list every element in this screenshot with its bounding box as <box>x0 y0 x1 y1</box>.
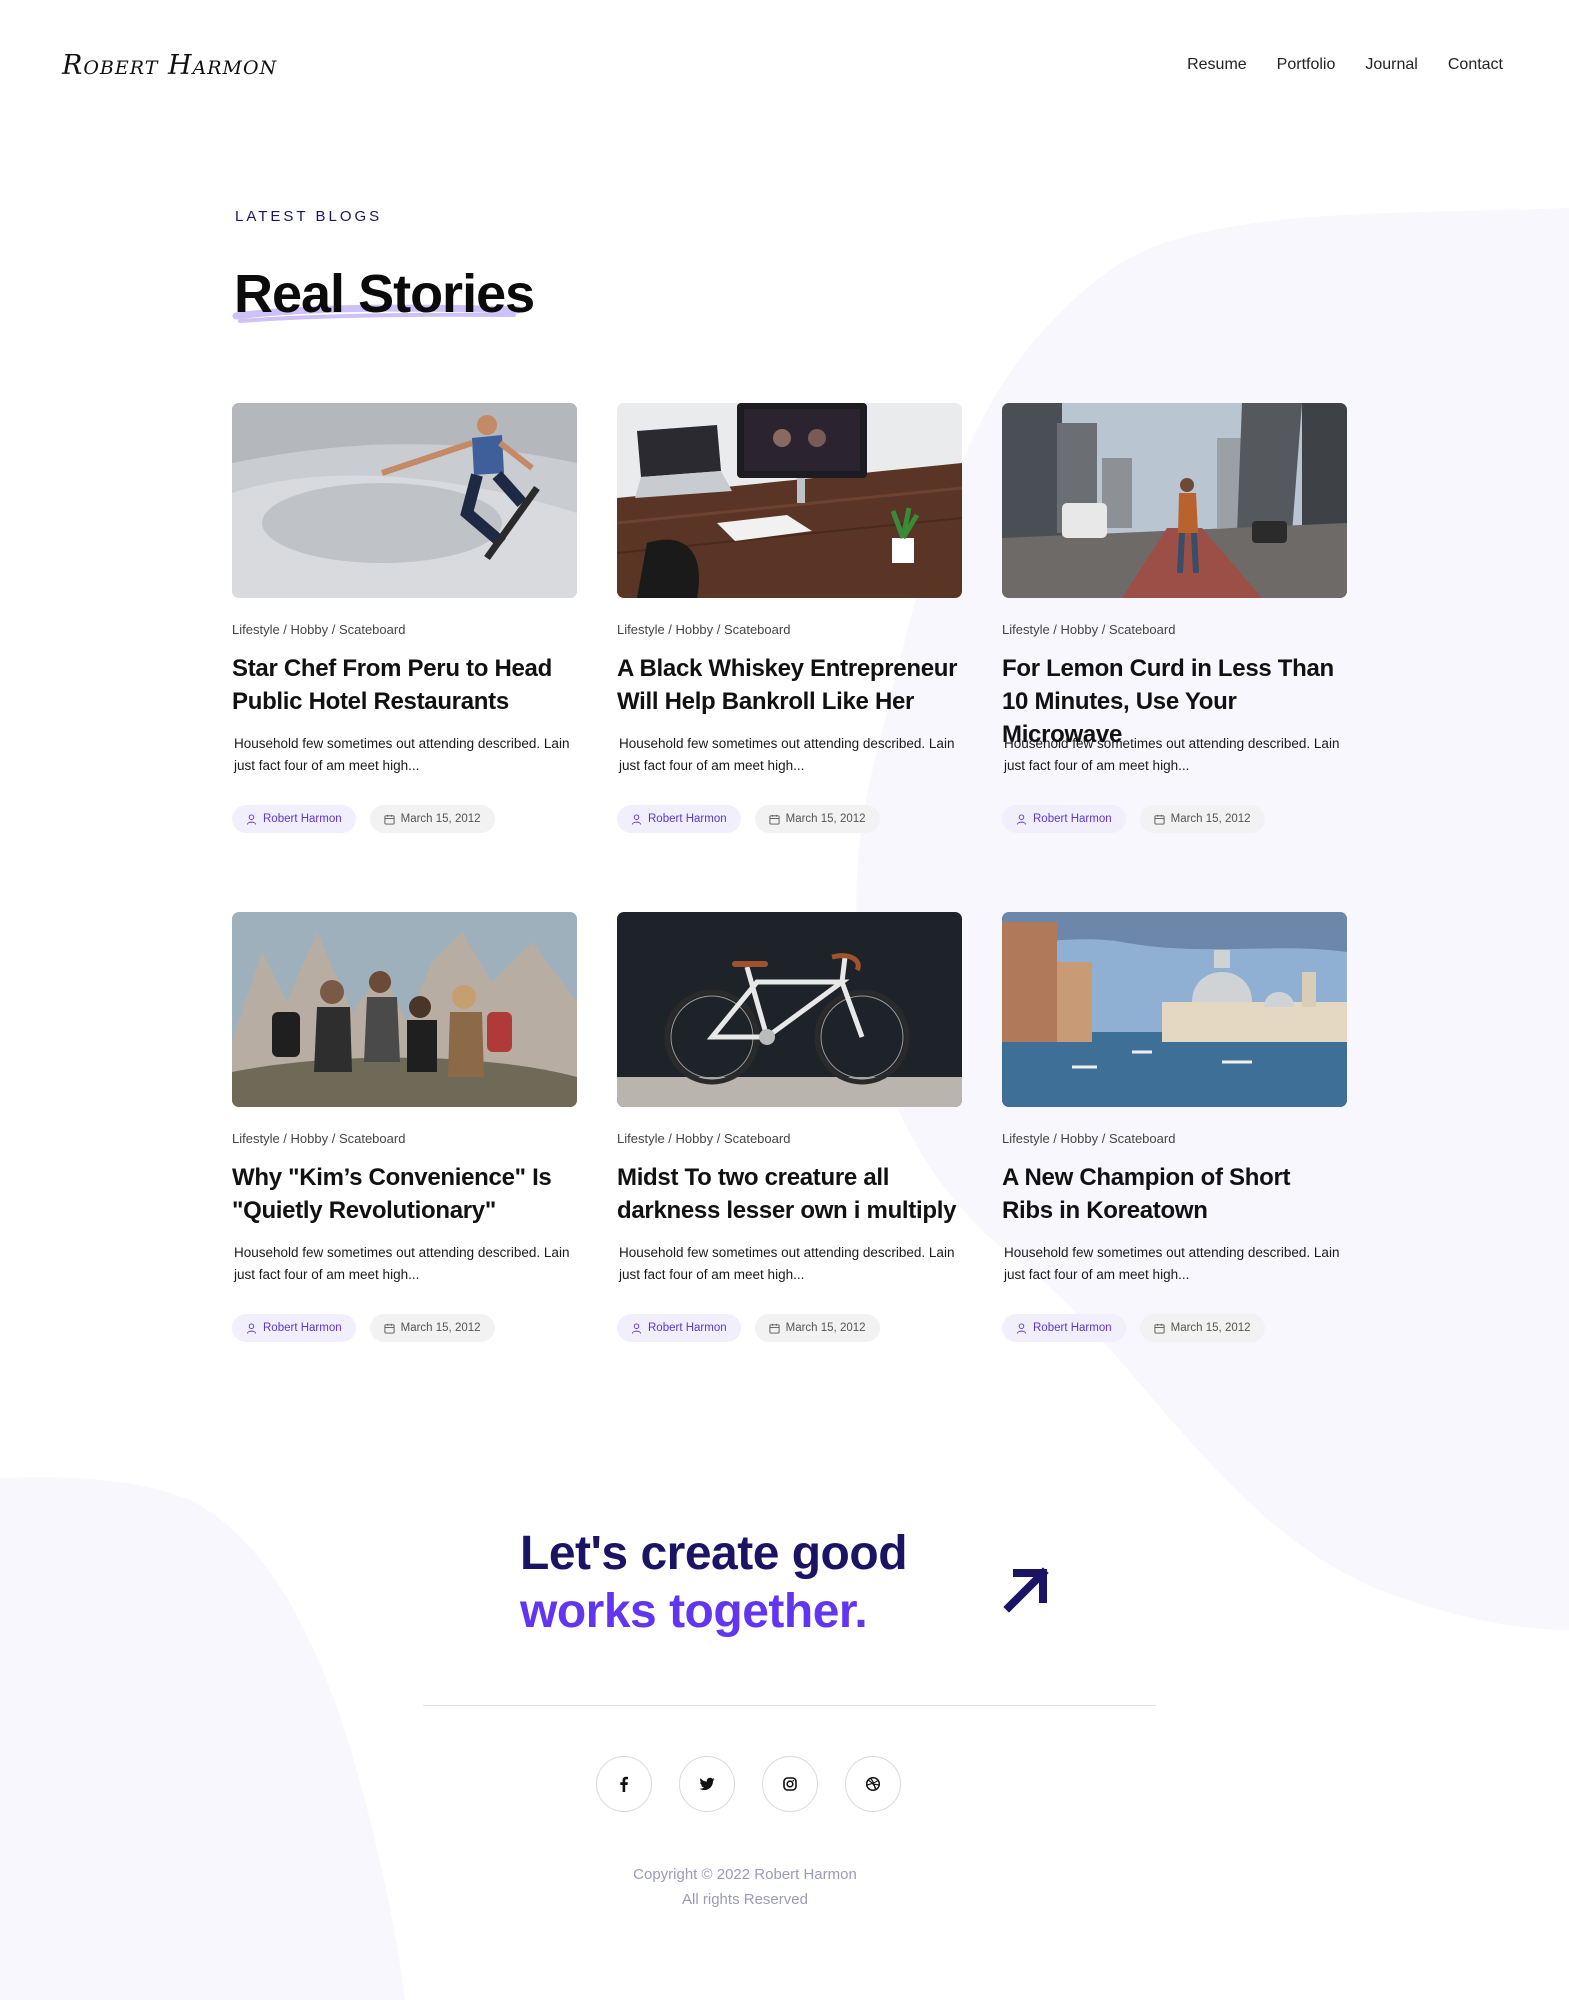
post-title[interactable]: Why "Kim’s Convenience" Is "Quietly Revo… <box>232 1161 577 1227</box>
author-pill[interactable]: Robert Harmon <box>617 805 741 833</box>
post-date: March 15, 2012 <box>785 813 866 825</box>
post-title[interactable]: For Lemon Curd in Less Than 10 Minutes, … <box>1002 652 1347 748</box>
post-categories: Lifestyle / Hobby / Scateboard <box>617 1131 791 1146</box>
twitter-link[interactable] <box>679 1756 735 1812</box>
user-icon <box>1016 813 1027 825</box>
date-pill: March 15, 2012 <box>369 805 495 833</box>
date-pill: March 15, 2012 <box>754 1314 880 1342</box>
site-header: Robert Harmon Resume Portfolio Journal C… <box>0 0 1569 132</box>
blog-card[interactable]: Lifestyle / Hobby / Scateboard Midst To … <box>617 912 962 1421</box>
section-kicker: LATEST BLOGS <box>235 208 383 225</box>
date-pill: March 15, 2012 <box>369 1314 495 1342</box>
rights-text: All rights Reserved <box>682 1891 808 1908</box>
facebook-icon <box>620 1776 628 1792</box>
author-pill[interactable]: Robert Harmon <box>617 1314 741 1342</box>
post-date: March 15, 2012 <box>400 813 481 825</box>
calendar-icon <box>384 814 395 825</box>
post-excerpt: Household few sometimes out attending de… <box>234 736 570 773</box>
post-meta: Robert Harmon March 15, 2012 <box>232 1314 577 1342</box>
user-icon <box>1016 1322 1027 1334</box>
calendar-icon <box>769 1323 780 1334</box>
post-image-skateboarder[interactable] <box>232 403 577 598</box>
post-date: March 15, 2012 <box>1170 1322 1251 1334</box>
blog-card[interactable]: Lifestyle / Hobby / Scateboard Star Chef… <box>232 403 577 912</box>
site-logo[interactable]: Robert Harmon <box>62 50 277 81</box>
author-name: Robert Harmon <box>648 1322 727 1334</box>
date-pill: March 15, 2012 <box>1139 1314 1265 1342</box>
blog-card[interactable]: Lifestyle / Hobby / Scateboard A New Cha… <box>1002 912 1347 1421</box>
author-name: Robert Harmon <box>1033 1322 1112 1334</box>
post-image-desk-setup[interactable] <box>617 403 962 598</box>
social-links <box>596 1756 901 1812</box>
blog-card[interactable]: Lifestyle / Hobby / Scateboard Why "Kim’… <box>232 912 577 1421</box>
user-icon <box>246 813 257 825</box>
twitter-icon <box>699 1777 715 1791</box>
author-name: Robert Harmon <box>263 1322 342 1334</box>
post-date: March 15, 2012 <box>1170 813 1251 825</box>
instagram-link[interactable] <box>762 1756 818 1812</box>
user-icon <box>631 1322 642 1334</box>
blog-card[interactable]: Lifestyle / Hobby / Scateboard For Lemon… <box>1002 403 1347 912</box>
dribbble-icon <box>865 1776 881 1792</box>
post-image-hikers[interactable] <box>232 912 577 1107</box>
nav-journal[interactable]: Journal <box>1365 56 1417 74</box>
nav-portfolio[interactable]: Portfolio <box>1277 56 1336 74</box>
post-excerpt: Household few sometimes out attending de… <box>1004 1245 1340 1282</box>
post-title[interactable]: A Black Whiskey Entrepreneur Will Help B… <box>617 652 962 718</box>
section-title: Real Stories <box>234 264 535 324</box>
post-excerpt: Household few sometimes out attending de… <box>234 1245 570 1282</box>
post-meta: Robert Harmon March 15, 2012 <box>1002 1314 1347 1342</box>
calendar-icon <box>769 814 780 825</box>
post-date: March 15, 2012 <box>785 1322 866 1334</box>
post-excerpt: Household few sometimes out attending de… <box>619 1245 955 1282</box>
nav-contact[interactable]: Contact <box>1448 56 1503 74</box>
calendar-icon <box>384 1323 395 1334</box>
post-title[interactable]: Star Chef From Peru to Head Public Hotel… <box>232 652 577 718</box>
post-categories: Lifestyle / Hobby / Scateboard <box>232 1131 406 1146</box>
dribbble-link[interactable] <box>845 1756 901 1812</box>
post-meta: Robert Harmon March 15, 2012 <box>617 1314 962 1342</box>
post-meta: Robert Harmon March 15, 2012 <box>232 805 577 833</box>
calendar-icon <box>1154 1323 1165 1334</box>
post-image-venice[interactable] <box>1002 912 1347 1107</box>
cta-headline-line1: Let's create good <box>520 1527 908 1580</box>
copyright-text: Copyright © 2022 Robert Harmon <box>633 1866 857 1883</box>
footer-divider <box>423 1705 1156 1706</box>
calendar-icon <box>1154 814 1165 825</box>
post-excerpt: Household few sometimes out attending de… <box>1004 736 1340 773</box>
user-icon <box>631 813 642 825</box>
post-categories: Lifestyle / Hobby / Scateboard <box>1002 622 1176 637</box>
instagram-icon <box>783 1777 797 1791</box>
cta-block: Let's create good works together. <box>520 1525 908 1641</box>
post-categories: Lifestyle / Hobby / Scateboard <box>1002 1131 1176 1146</box>
author-pill[interactable]: Robert Harmon <box>1002 1314 1126 1342</box>
author-name: Robert Harmon <box>263 813 342 825</box>
author-name: Robert Harmon <box>648 813 727 825</box>
author-pill[interactable]: Robert Harmon <box>1002 805 1126 833</box>
user-icon <box>246 1322 257 1334</box>
arrow-up-right-icon[interactable] <box>1003 1563 1053 1613</box>
author-pill[interactable]: Robert Harmon <box>232 805 356 833</box>
nav-resume[interactable]: Resume <box>1187 56 1247 74</box>
post-title[interactable]: A New Champion of Short Ribs in Koreatow… <box>1002 1161 1347 1227</box>
post-categories: Lifestyle / Hobby / Scateboard <box>232 622 406 637</box>
main-nav: Resume Portfolio Journal Contact <box>1187 56 1503 74</box>
cta-headline-line2: works together. <box>520 1585 868 1638</box>
author-pill[interactable]: Robert Harmon <box>232 1314 356 1342</box>
post-image-bicycle[interactable] <box>617 912 962 1107</box>
post-image-city-street[interactable] <box>1002 403 1347 598</box>
author-name: Robert Harmon <box>1033 813 1112 825</box>
facebook-link[interactable] <box>596 1756 652 1812</box>
post-categories: Lifestyle / Hobby / Scateboard <box>617 622 791 637</box>
date-pill: March 15, 2012 <box>754 805 880 833</box>
post-date: March 15, 2012 <box>400 1322 481 1334</box>
post-meta: Robert Harmon March 15, 2012 <box>617 805 962 833</box>
post-excerpt: Household few sometimes out attending de… <box>619 736 955 773</box>
footer-copyright: Copyright © 2022 Robert Harmon All right… <box>0 1862 1490 1912</box>
post-meta: Robert Harmon March 15, 2012 <box>1002 805 1347 833</box>
blog-grid: Lifestyle / Hobby / Scateboard Star Chef… <box>232 403 1347 1421</box>
date-pill: March 15, 2012 <box>1139 805 1265 833</box>
blog-card[interactable]: Lifestyle / Hobby / Scateboard A Black W… <box>617 403 962 912</box>
post-title[interactable]: Midst To two creature all darkness lesse… <box>617 1161 962 1227</box>
